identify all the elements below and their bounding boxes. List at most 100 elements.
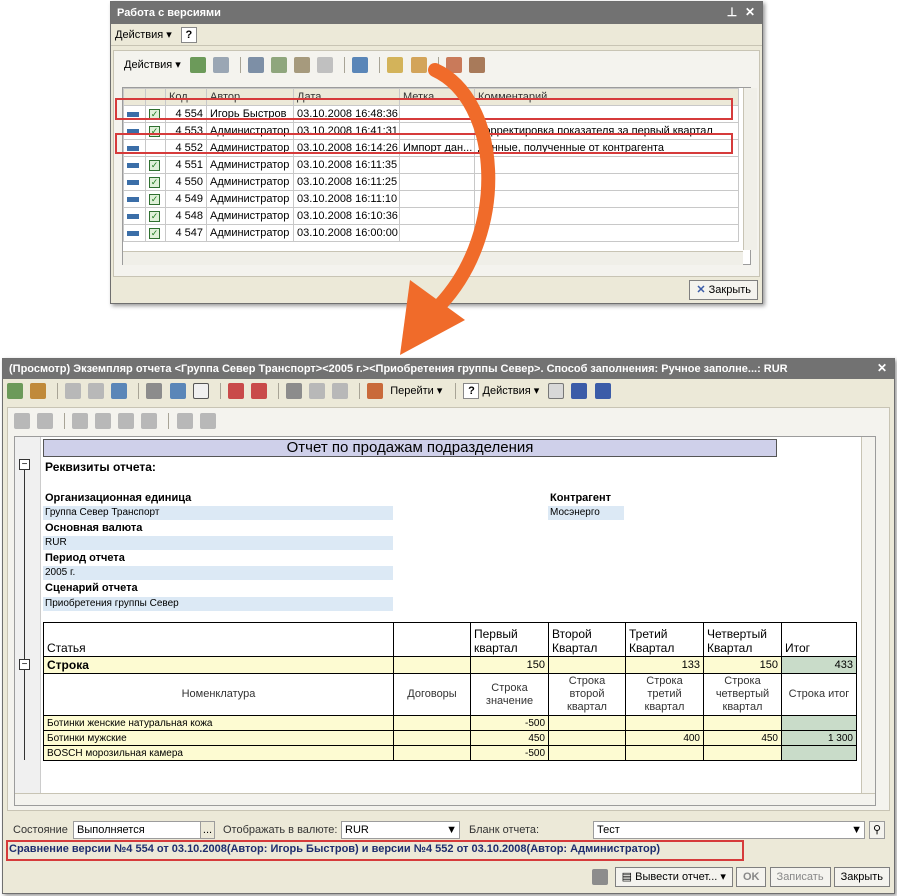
printer-icon[interactable] xyxy=(591,869,608,886)
report-close-button[interactable]: Закрыть xyxy=(833,867,890,887)
goto-icon[interactable] xyxy=(367,383,384,400)
chevron-down-icon[interactable]: ▼ xyxy=(851,822,862,838)
row-author[interactable]: Администратор xyxy=(206,173,294,191)
save-version-icon[interactable] xyxy=(212,57,229,74)
row-check[interactable]: ✓ xyxy=(145,207,166,225)
pin-icon[interactable]: ⊥ xyxy=(724,5,740,21)
row-q3[interactable]: 133 xyxy=(625,656,704,674)
row-code[interactable]: 4 551 xyxy=(165,156,207,174)
checkbox-icon[interactable]: ✓ xyxy=(149,228,160,239)
ok-button[interactable]: OK xyxy=(735,867,767,887)
row-check[interactable]: ✓ xyxy=(145,190,166,208)
row-icon[interactable] xyxy=(123,224,146,242)
row-code[interactable]: 4 548 xyxy=(165,207,207,225)
item-contracts[interactable] xyxy=(393,715,471,731)
row-comment[interactable] xyxy=(474,190,739,208)
row-q4[interactable]: 150 xyxy=(703,656,782,674)
item-q2[interactable] xyxy=(548,715,626,731)
item-q3[interactable] xyxy=(625,715,704,731)
row-comment[interactable] xyxy=(474,156,739,174)
item-q2[interactable] xyxy=(548,730,626,746)
chevron-down-icon[interactable]: ▼ xyxy=(446,822,457,838)
row-q2[interactable] xyxy=(548,656,626,674)
report-window-titlebar[interactable]: (Просмотр) Экземпляр отчета <Группа Севе… xyxy=(3,359,894,379)
row-contracts[interactable] xyxy=(393,656,471,674)
report-hscroll[interactable] xyxy=(15,793,875,805)
item-q4[interactable] xyxy=(703,745,782,761)
move-down-icon[interactable] xyxy=(95,413,112,430)
row-code[interactable]: 4 547 xyxy=(165,224,207,242)
row-filter-icon[interactable] xyxy=(176,413,193,430)
grid-icon[interactable] xyxy=(192,383,209,400)
row-comment[interactable] xyxy=(474,207,739,225)
sum-icon[interactable] xyxy=(30,383,47,400)
item-name[interactable]: BOSCH морозильная камера xyxy=(43,745,394,761)
item-q1[interactable]: -500 xyxy=(470,745,549,761)
search-icon[interactable]: ⚲ xyxy=(869,821,885,839)
org-unit-value[interactable]: Группа Север Транспорт xyxy=(43,506,393,520)
checkbox-icon[interactable]: ✓ xyxy=(149,160,160,171)
help-button[interactable]: ? xyxy=(180,27,197,44)
import-icon[interactable] xyxy=(65,383,82,400)
row-clear-filter-icon[interactable] xyxy=(199,413,216,430)
toolbar-actions-menu[interactable]: Действия ▾ xyxy=(124,51,181,79)
row-code[interactable]: 4 549 xyxy=(165,190,207,208)
close-icon[interactable]: ✕ xyxy=(742,5,758,21)
counterparty-value[interactable]: Мосэнерго xyxy=(548,506,624,520)
versions-vscroll[interactable] xyxy=(743,88,757,250)
collapse-requisites-icon[interactable]: − xyxy=(19,459,30,470)
sort-icon[interactable] xyxy=(248,57,265,74)
collapse-icon[interactable] xyxy=(250,383,267,400)
item-q1[interactable]: -500 xyxy=(470,715,549,731)
checkbox-icon[interactable]: ✓ xyxy=(149,177,160,188)
state-ellipsis-button[interactable]: ... xyxy=(200,822,214,838)
item-name[interactable]: Ботинки женские натуральная кожа xyxy=(43,715,394,731)
redo-icon[interactable] xyxy=(594,383,611,400)
refresh-icon[interactable] xyxy=(352,57,369,74)
report-actions-menu[interactable]: Действия ▾ xyxy=(483,379,540,403)
undo-icon[interactable] xyxy=(571,383,588,400)
row-author[interactable]: Администратор xyxy=(206,190,294,208)
versions-window-titlebar[interactable]: Работа с версиями ⊥ ✕ xyxy=(111,2,762,24)
item-contracts[interactable] xyxy=(393,730,471,746)
clear-icon[interactable] xyxy=(88,383,105,400)
row-comment[interactable] xyxy=(474,173,739,191)
outline-icon[interactable] xyxy=(169,383,186,400)
item-q1[interactable]: 450 xyxy=(470,730,549,746)
collapse-row-icon[interactable]: − xyxy=(19,659,30,670)
form-icon[interactable] xyxy=(111,383,128,400)
currency-value[interactable]: RUR xyxy=(43,536,393,550)
goto-menu[interactable]: Перейти ▾ xyxy=(390,379,442,403)
row-author[interactable]: Администратор xyxy=(206,207,294,225)
period-value[interactable]: 2005 г. xyxy=(43,566,393,580)
row-icon[interactable] xyxy=(123,173,146,191)
row-check[interactable]: ✓ xyxy=(145,173,166,191)
move-up-icon[interactable] xyxy=(72,413,89,430)
state-field[interactable]: Выполняется... xyxy=(73,821,215,839)
clear-filter-icon[interactable] xyxy=(317,57,334,74)
row-comment[interactable] xyxy=(474,224,739,242)
row-check[interactable]: ✓ xyxy=(145,224,166,242)
sort-desc-icon[interactable] xyxy=(141,413,158,430)
row-author[interactable]: Администратор xyxy=(206,224,294,242)
filter-list-icon[interactable] xyxy=(294,57,311,74)
report-close-icon[interactable]: ✕ xyxy=(874,361,890,377)
check-icon[interactable] xyxy=(308,383,325,400)
currency-display-select[interactable]: RUR ▼ xyxy=(341,821,460,839)
report-vscroll[interactable] xyxy=(861,437,875,793)
actions-menu[interactable]: Действия ▾ xyxy=(115,24,172,46)
row-q1[interactable]: 150 xyxy=(470,656,549,674)
item-q4[interactable] xyxy=(703,715,782,731)
row-code[interactable]: 4 550 xyxy=(165,173,207,191)
output-report-button[interactable]: ▤ Вывести отчет... ▾ xyxy=(614,867,733,887)
item-name[interactable]: Ботинки мужские xyxy=(43,730,394,746)
item-q3[interactable]: 400 xyxy=(625,730,704,746)
filter-icon[interactable] xyxy=(271,57,288,74)
layout-icon[interactable] xyxy=(285,383,302,400)
checkbox-icon[interactable]: ✓ xyxy=(149,211,160,222)
lock-icon[interactable] xyxy=(332,383,348,400)
add-version-icon[interactable] xyxy=(189,57,206,74)
row-icon[interactable] xyxy=(123,190,146,208)
sort-asc-icon[interactable] xyxy=(118,413,135,430)
form-select[interactable]: Тест ▼ xyxy=(593,821,865,839)
